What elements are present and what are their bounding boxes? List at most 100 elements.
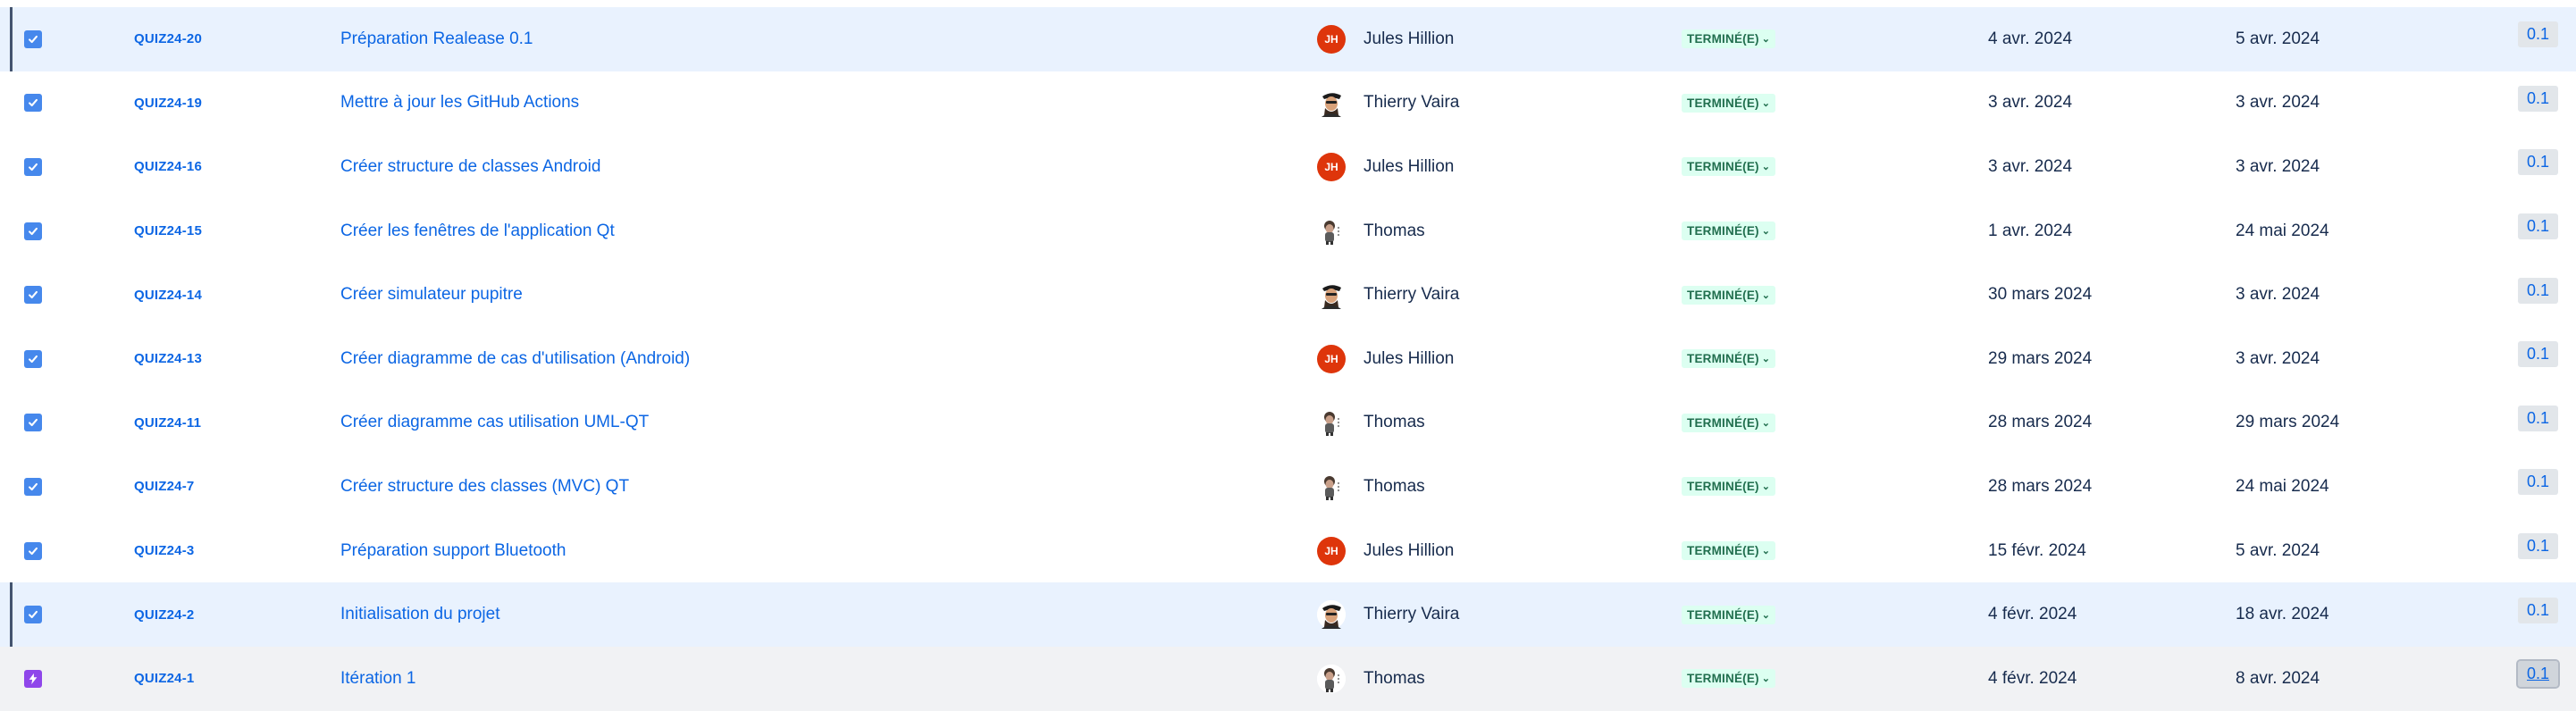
issue-summary-link[interactable]: Itération 1 — [340, 669, 416, 689]
issue-key-link[interactable]: QUIZ24-14 — [134, 288, 202, 303]
avatar[interactable]: JH — [1317, 344, 1346, 373]
issue-key-link[interactable]: QUIZ24-2 — [134, 607, 194, 623]
table-row[interactable]: QUIZ24-14 Créer simulateur pupitre Thier… — [0, 263, 2576, 327]
assignee[interactable]: Thierry Vaira — [1317, 71, 1459, 136]
issue-summary-link[interactable]: Créer structure des classes (MVC) QT — [340, 477, 629, 497]
start-date[interactable]: 30 mars 2024 — [1988, 285, 2092, 305]
due-date[interactable]: 5 avr. 2024 — [2236, 541, 2320, 561]
fix-version-badge[interactable]: 0.1 — [2518, 341, 2559, 368]
avatar[interactable]: JH — [1317, 152, 1346, 181]
assignee[interactable]: Thomas — [1317, 455, 1425, 519]
assignee[interactable]: JH Jules Hillion — [1317, 135, 1454, 199]
due-date[interactable]: 18 avr. 2024 — [2236, 605, 2329, 624]
issue-key-link[interactable]: QUIZ24-1 — [134, 671, 194, 686]
assignee[interactable]: Thierry Vaira — [1317, 263, 1459, 327]
avatar[interactable] — [1317, 280, 1346, 310]
issue-key-link[interactable]: QUIZ24-16 — [134, 159, 202, 174]
issue-summary-link[interactable]: Mettre à jour les GitHub Actions — [340, 93, 579, 113]
due-date[interactable]: 3 avr. 2024 — [2236, 349, 2320, 369]
issue-summary-link[interactable]: Initialisation du projet — [340, 605, 500, 624]
assignee[interactable]: Thomas — [1317, 391, 1425, 456]
issue-summary-link[interactable]: Créer diagramme cas utilisation UML-QT — [340, 413, 649, 432]
due-date[interactable]: 29 mars 2024 — [2236, 413, 2339, 432]
status-dropdown[interactable]: TERMINÉ(E) ⌄ — [1682, 349, 1776, 369]
start-date[interactable]: 4 avr. 2024 — [1988, 29, 2072, 49]
fix-version-badge[interactable]: 0.1 — [2518, 21, 2559, 48]
avatar[interactable] — [1317, 88, 1346, 118]
avatar[interactable] — [1317, 472, 1346, 501]
fix-version-badge[interactable]: 0.1 — [2518, 277, 2559, 304]
fix-version-badge[interactable]: 0.1 — [2518, 85, 2559, 112]
due-date[interactable]: 5 avr. 2024 — [2236, 29, 2320, 49]
issue-summary-link[interactable]: Préparation Realease 0.1 — [340, 29, 533, 49]
status-dropdown[interactable]: TERMINÉ(E) ⌄ — [1682, 413, 1776, 432]
start-date[interactable]: 29 mars 2024 — [1988, 349, 2092, 369]
due-date[interactable]: 3 avr. 2024 — [2236, 93, 2320, 113]
table-row[interactable]: QUIZ24-15 Créer les fenêtres de l'applic… — [0, 199, 2576, 263]
start-date[interactable]: 4 févr. 2024 — [1988, 605, 2077, 624]
avatar[interactable]: JH — [1317, 536, 1346, 565]
issue-key-link[interactable]: QUIZ24-20 — [134, 31, 202, 46]
assignee[interactable]: JH Jules Hillion — [1317, 7, 1454, 71]
assignee[interactable]: JH Jules Hillion — [1317, 519, 1454, 583]
avatar[interactable] — [1317, 408, 1346, 438]
assignee[interactable]: Thierry Vaira — [1317, 582, 1459, 647]
issue-key-link[interactable]: QUIZ24-15 — [134, 223, 202, 238]
status-dropdown[interactable]: TERMINÉ(E) ⌄ — [1682, 157, 1776, 177]
status-dropdown[interactable]: TERMINÉ(E) ⌄ — [1682, 222, 1776, 241]
status-dropdown[interactable]: TERMINÉ(E) ⌄ — [1682, 285, 1776, 305]
fix-version-badge[interactable]: 0.1 — [2518, 405, 2559, 431]
start-date[interactable]: 15 févr. 2024 — [1988, 541, 2086, 561]
status-dropdown[interactable]: TERMINÉ(E) ⌄ — [1682, 669, 1776, 689]
status-dropdown[interactable]: TERMINÉ(E) ⌄ — [1682, 29, 1776, 49]
due-date[interactable]: 8 avr. 2024 — [2236, 669, 2320, 689]
start-date[interactable]: 28 mars 2024 — [1988, 413, 2092, 432]
issue-key-link[interactable]: QUIZ24-13 — [134, 351, 202, 366]
issue-summary-link[interactable]: Créer structure de classes Android — [340, 157, 600, 177]
table-row[interactable]: QUIZ24-19 Mettre à jour les GitHub Actio… — [0, 71, 2576, 136]
issue-summary-link[interactable]: Créer les fenêtres de l'application Qt — [340, 222, 615, 241]
table-row[interactable]: QUIZ24-11 Créer diagramme cas utilisatio… — [0, 391, 2576, 456]
start-date[interactable]: 4 févr. 2024 — [1988, 669, 2077, 689]
fix-version-badge[interactable]: 0.1 — [2518, 533, 2559, 560]
issue-summary-link[interactable]: Créer diagramme de cas d'utilisation (An… — [340, 349, 690, 369]
due-date[interactable]: 24 mai 2024 — [2236, 222, 2329, 241]
due-date[interactable]: 24 mai 2024 — [2236, 477, 2329, 497]
table-row[interactable]: QUIZ24-7 Créer structure des classes (MV… — [0, 455, 2576, 519]
fix-version-badge[interactable]: 0.1 — [2518, 469, 2559, 496]
status-dropdown[interactable]: TERMINÉ(E) ⌄ — [1682, 541, 1776, 561]
fix-version-badge[interactable]: 0.1 — [2515, 659, 2561, 690]
due-date[interactable]: 3 avr. 2024 — [2236, 157, 2320, 177]
avatar[interactable]: JH — [1317, 24, 1346, 54]
issue-key-link[interactable]: QUIZ24-11 — [134, 415, 201, 431]
start-date[interactable]: 3 avr. 2024 — [1988, 93, 2072, 113]
issue-key-link[interactable]: QUIZ24-19 — [134, 96, 202, 111]
status-dropdown[interactable]: TERMINÉ(E) ⌄ — [1682, 477, 1776, 497]
fix-version-badge[interactable]: 0.1 — [2518, 213, 2559, 240]
issue-summary-link[interactable]: Préparation support Bluetooth — [340, 541, 566, 561]
table-row[interactable]: QUIZ24-13 Créer diagramme de cas d'utili… — [0, 327, 2576, 391]
fix-version-badge[interactable]: 0.1 — [2518, 597, 2559, 623]
avatar[interactable] — [1317, 216, 1346, 246]
table-row[interactable]: QUIZ24-20 Préparation Realease 0.1 JH Ju… — [0, 7, 2576, 71]
avatar[interactable] — [1317, 664, 1346, 693]
issue-key-link[interactable]: QUIZ24-7 — [134, 479, 194, 494]
assignee[interactable]: JH Jules Hillion — [1317, 327, 1454, 391]
fix-version-badge[interactable]: 0.1 — [2518, 149, 2559, 176]
status-dropdown[interactable]: TERMINÉ(E) ⌄ — [1682, 605, 1776, 624]
assignee[interactable]: Thomas — [1317, 647, 1425, 711]
start-date[interactable]: 28 mars 2024 — [1988, 477, 2092, 497]
issue-key-link[interactable]: QUIZ24-3 — [134, 543, 194, 558]
table-row[interactable]: QUIZ24-2 Initialisation du projet Thierr… — [0, 582, 2576, 647]
table-row[interactable]: QUIZ24-1 Itération 1 Thomas TERMINÉ(E) ⌄ — [0, 646, 2576, 711]
start-date[interactable]: 3 avr. 2024 — [1988, 157, 2072, 177]
table-row[interactable]: QUIZ24-3 Préparation support Bluetooth J… — [0, 519, 2576, 583]
due-date[interactable]: 3 avr. 2024 — [2236, 285, 2320, 305]
start-date[interactable]: 1 avr. 2024 — [1988, 222, 2072, 241]
avatar[interactable] — [1317, 600, 1346, 630]
issue-summary-link[interactable]: Créer simulateur pupitre — [340, 285, 523, 305]
table-row[interactable]: QUIZ24-16 Créer structure de classes And… — [0, 135, 2576, 199]
checkbox-icon — [24, 414, 42, 432]
status-dropdown[interactable]: TERMINÉ(E) ⌄ — [1682, 93, 1776, 113]
assignee[interactable]: Thomas — [1317, 199, 1425, 263]
